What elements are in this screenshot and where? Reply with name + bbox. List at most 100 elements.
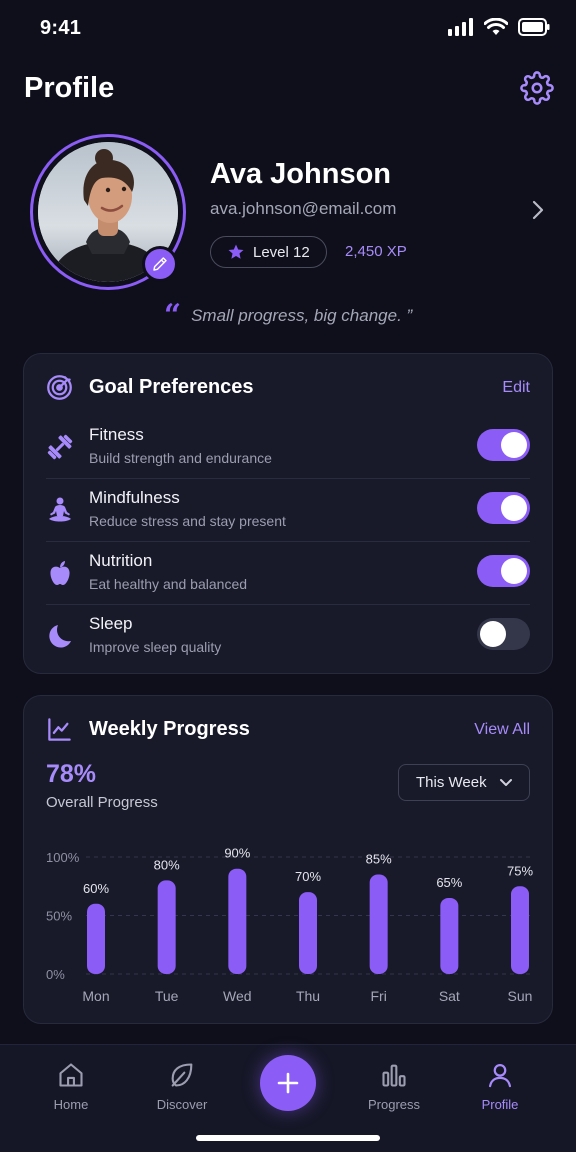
star-icon (228, 244, 244, 259)
goal-subtitle: Improve sleep quality (89, 639, 222, 655)
overall-progress-value: 78% (46, 760, 97, 788)
bar-fri (369, 874, 388, 974)
chevron-down-icon (500, 779, 512, 786)
quote-icon: “ (163, 298, 182, 333)
status-time: 9:41 (40, 17, 82, 39)
period-select-value: This Week (416, 774, 487, 791)
x-tick-label: Tue (155, 988, 179, 1004)
x-tick-label: Sun (508, 988, 533, 1004)
chevron-right-icon (532, 200, 544, 220)
data-label: 75% (507, 863, 533, 878)
dumbbell-icon (46, 433, 74, 461)
toggle-knob (501, 558, 527, 584)
moon-icon (46, 622, 74, 650)
goal-title: Nutrition (89, 551, 153, 570)
goal-subtitle: Build strength and endurance (89, 450, 272, 466)
mindfulness-toggle[interactable] (477, 492, 530, 524)
level-label: Level 12 (253, 243, 310, 261)
xp-value: 2,450 XP (345, 243, 407, 260)
y-tick-label: 100% (46, 850, 80, 865)
fitness-toggle[interactable] (477, 429, 530, 461)
level-badge: Level 12 (210, 236, 327, 268)
x-tick-label: Thu (296, 988, 320, 1004)
view-all-button[interactable]: View All (474, 721, 530, 739)
nav-item-progress[interactable]: Progress (349, 1061, 439, 1112)
bar-chart-icon (382, 1064, 406, 1087)
user-name: Ava Johnson (210, 158, 392, 190)
settings-button[interactable] (520, 71, 554, 105)
person-icon (488, 1063, 512, 1088)
goal-subtitle: Eat healthy and balanced (89, 576, 248, 592)
data-label: 85% (366, 852, 392, 867)
line-chart-icon (46, 716, 73, 743)
y-tick-label: 0% (46, 967, 65, 982)
status-icons (448, 18, 550, 36)
apple-icon (46, 559, 74, 587)
x-tick-label: Fri (371, 988, 387, 1004)
bar-wed (228, 868, 247, 974)
goal-title: Sleep (89, 614, 133, 633)
home-indicator (196, 1135, 380, 1141)
goal-preferences-card: Goal Preferences Edit Fitness Build stre… (23, 353, 553, 674)
sleep-toggle[interactable] (477, 618, 530, 650)
goal-row-mindfulness: Mindfulness Reduce stress and stay prese… (24, 479, 552, 542)
user-email: ava.johnson@email.com (210, 199, 397, 218)
status-bar: 9:41 (0, 0, 576, 58)
x-tick-label: Mon (82, 988, 109, 1004)
nav-label: Home (53, 1097, 89, 1112)
bottom-navigation: Home Discover Progress Profile (0, 1044, 576, 1152)
plus-icon (277, 1072, 299, 1094)
signal-icon (448, 18, 473, 36)
bar-sun (511, 886, 529, 974)
goal-row-sleep: Sleep Improve sleep quality (24, 605, 552, 668)
x-tick-label: Wed (223, 988, 252, 1004)
goal-title: Mindfulness (89, 488, 180, 507)
profile-quote: “ Small progress, big change. ” (0, 298, 576, 333)
nav-label: Discover (156, 1097, 208, 1112)
overall-progress-label: Overall Progress (46, 794, 158, 811)
meditation-icon (46, 496, 74, 524)
gear-icon (520, 71, 554, 105)
nav-item-profile[interactable]: Profile (455, 1061, 545, 1112)
data-label: 90% (224, 846, 250, 861)
add-button[interactable] (260, 1055, 316, 1111)
battery-icon (518, 18, 550, 36)
weekly-progress-card: Weekly Progress View All 78% Overall Pro… (23, 695, 553, 1024)
goal-title: Fitness (89, 425, 144, 444)
toggle-knob (501, 495, 527, 521)
toggle-knob (501, 432, 527, 458)
x-tick-label: Sat (439, 988, 460, 1004)
y-tick-label: 50% (46, 909, 72, 924)
leaf-icon (171, 1063, 193, 1087)
edit-goals-button[interactable]: Edit (502, 379, 530, 397)
data-label: 70% (295, 869, 321, 884)
bar-sat (440, 897, 459, 974)
weekly-progress-title: Weekly Progress (89, 718, 250, 740)
nav-item-discover[interactable]: Discover (137, 1061, 227, 1112)
goal-row-fitness: Fitness Build strength and endurance (24, 416, 552, 479)
data-label: 80% (154, 857, 180, 872)
nutrition-toggle[interactable] (477, 555, 530, 587)
profile-details-button[interactable] (530, 200, 546, 220)
goal-subtitle: Reduce stress and stay present (89, 513, 286, 529)
nav-label: Profile (481, 1097, 519, 1112)
nav-item-home[interactable]: Home (26, 1061, 116, 1112)
nav-label: Progress (367, 1097, 421, 1112)
bar-thu (299, 892, 317, 974)
wifi-icon (484, 18, 508, 35)
goal-preferences-title: Goal Preferences (89, 376, 254, 398)
data-label: 60% (83, 881, 109, 896)
data-label: 65% (436, 875, 462, 890)
goal-row-nutrition: Nutrition Eat healthy and balanced (24, 542, 552, 605)
home-icon (59, 1063, 83, 1087)
edit-avatar-button[interactable] (142, 246, 178, 282)
bar-mon (87, 903, 105, 974)
target-icon (46, 374, 73, 401)
quote-text: Small progress, big change. ” (191, 306, 413, 325)
weekly-progress-chart: 100% 50% 0% 60% Mon 80% Tue 90% Wed 70% Thu 85% Fri 6… (46, 846, 533, 1004)
bar-tue (157, 880, 176, 974)
pencil-icon (153, 257, 167, 271)
toggle-knob (480, 621, 506, 647)
period-select[interactable]: This Week (398, 764, 530, 801)
page-title: Profile (24, 72, 115, 104)
